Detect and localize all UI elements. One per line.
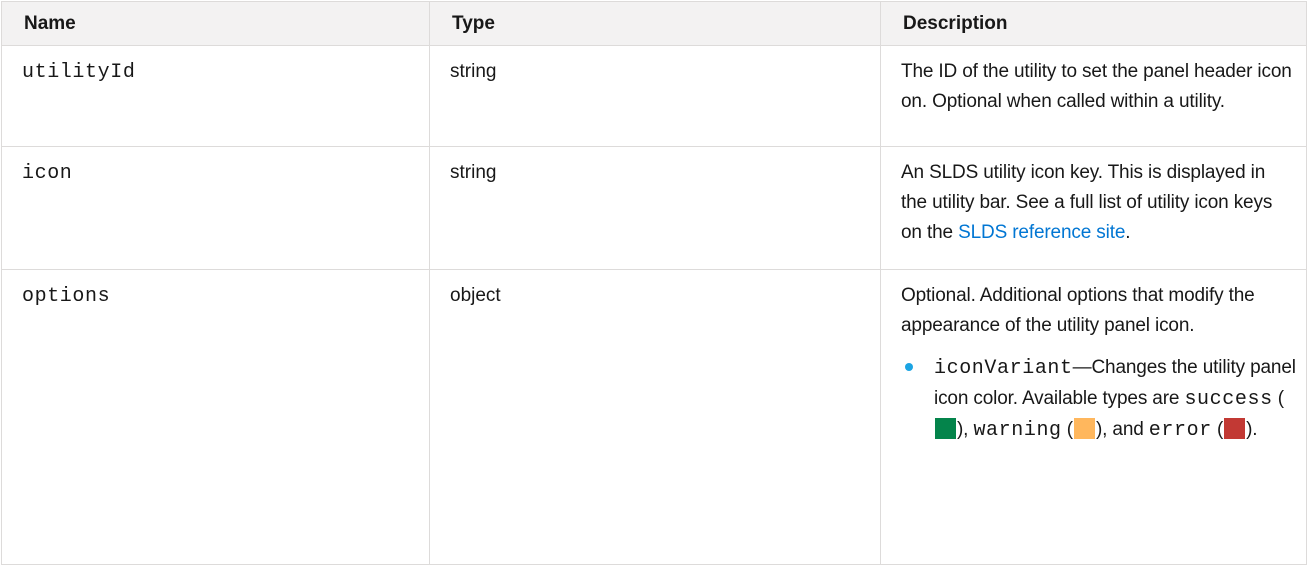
- sldsreference-site-link[interactable]: SLDS reference site: [958, 222, 1125, 243]
- variant-warning-after: ), and: [1095, 419, 1149, 440]
- bullet-icon: [905, 363, 913, 371]
- param-description: Optional. Additional options that modify…: [880, 269, 1307, 565]
- table-row: icon string An SLDS utility icon key. Th…: [1, 146, 1307, 270]
- list-item: iconVariant—Changes the utility panel ic…: [901, 353, 1296, 446]
- success-color-swatch: [935, 418, 956, 439]
- param-name-cell: icon: [1, 146, 430, 270]
- options-description: Optional. Additional options that modify…: [901, 285, 1255, 336]
- paren-open: (: [1211, 419, 1224, 440]
- param-description: The ID of the utility to set the panel h…: [880, 45, 1307, 147]
- param-name-cell: options: [1, 269, 430, 565]
- param-name: options: [22, 285, 111, 308]
- description-period: .: [1125, 222, 1131, 243]
- header-name: Name: [1, 1, 430, 46]
- param-type: object: [429, 269, 881, 565]
- variant-success-after: ),: [957, 419, 974, 440]
- param-name: icon: [22, 162, 73, 185]
- variant-error-name: error: [1148, 419, 1212, 442]
- option-key: iconVariant: [934, 357, 1073, 380]
- variant-warning-name: warning: [973, 419, 1062, 442]
- table-row: options object Optional. Additional opti…: [1, 269, 1307, 565]
- header-description: Description: [880, 1, 1307, 46]
- header-type: Type: [429, 1, 881, 46]
- param-name: utilityId: [22, 61, 136, 84]
- parameters-table: Name Type Description utilityId string T…: [1, 1, 1307, 565]
- paren-open: (: [1061, 419, 1073, 440]
- variant-success-name: success: [1184, 388, 1273, 411]
- param-type: string: [429, 45, 881, 147]
- param-name-cell: utilityId: [1, 45, 430, 147]
- error-color-swatch: [1224, 418, 1246, 439]
- param-type: string: [429, 146, 881, 270]
- options-list: iconVariant—Changes the utility panel ic…: [901, 353, 1296, 446]
- param-description: An SLDS utility icon key. This is displa…: [880, 146, 1307, 270]
- table-header-row: Name Type Description: [1, 1, 1307, 46]
- paren-open: (: [1272, 388, 1284, 409]
- variant-error-after: ).: [1246, 419, 1258, 440]
- warning-color-swatch: [1073, 418, 1095, 439]
- table-row: utilityId string The ID of the utility t…: [1, 45, 1307, 147]
